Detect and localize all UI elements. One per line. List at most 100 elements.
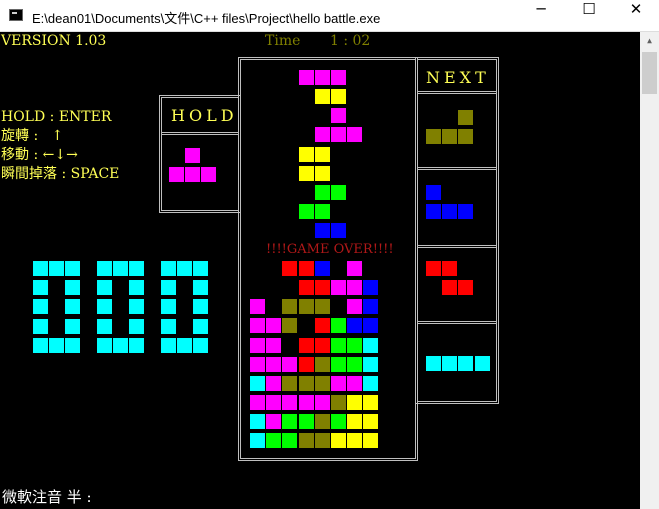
next-block-2 bbox=[426, 204, 441, 219]
next-block-4 bbox=[458, 356, 473, 371]
falling-block bbox=[315, 70, 330, 85]
minimize-button[interactable]: ─ bbox=[518, 0, 564, 32]
stack-block bbox=[250, 433, 265, 448]
stack-block bbox=[299, 338, 314, 353]
score-block bbox=[97, 299, 112, 314]
next-panel bbox=[415, 57, 499, 404]
hold-block bbox=[185, 148, 200, 163]
title-bar[interactable]: E:\dean01\Documents\文件\C++ files\Project… bbox=[0, 0, 659, 32]
score-block bbox=[161, 319, 176, 334]
stack-block bbox=[363, 338, 378, 353]
stack-block bbox=[299, 414, 314, 429]
score-block bbox=[65, 280, 80, 295]
stack-block bbox=[331, 376, 346, 391]
stack-block bbox=[282, 357, 297, 372]
stack-block bbox=[331, 433, 346, 448]
vertical-scrollbar[interactable]: ▲ bbox=[640, 32, 659, 509]
stack-block bbox=[347, 299, 362, 314]
score-block bbox=[129, 338, 144, 353]
stack-block bbox=[282, 376, 297, 391]
stack-block bbox=[315, 299, 330, 314]
score-block bbox=[65, 319, 80, 334]
falling-block bbox=[315, 204, 330, 219]
score-block bbox=[97, 338, 112, 353]
scrollbar-thumb[interactable] bbox=[642, 52, 657, 94]
stack-block bbox=[315, 395, 330, 410]
stack-block bbox=[250, 299, 265, 314]
hold-block bbox=[185, 167, 200, 182]
scroll-up-arrow-icon[interactable]: ▲ bbox=[640, 32, 659, 49]
stack-block bbox=[363, 376, 378, 391]
controls-hold: HOLD : ENTER bbox=[1, 109, 112, 125]
next-block-3 bbox=[458, 280, 473, 295]
stack-block bbox=[347, 433, 362, 448]
score-block bbox=[193, 299, 208, 314]
next-block-4 bbox=[475, 356, 490, 371]
score-block bbox=[33, 280, 48, 295]
falling-block bbox=[299, 147, 314, 162]
stack-block bbox=[315, 338, 330, 353]
score-block bbox=[129, 280, 144, 295]
falling-block bbox=[315, 166, 330, 181]
maximize-button[interactable]: ☐ bbox=[566, 0, 612, 32]
window-title: E:\dean01\Documents\文件\C++ files\Project… bbox=[32, 11, 381, 26]
stack-block bbox=[282, 414, 297, 429]
stack-block bbox=[299, 261, 314, 276]
falling-block bbox=[331, 127, 346, 142]
stack-block bbox=[347, 318, 362, 333]
stack-block bbox=[347, 357, 362, 372]
score-block bbox=[161, 261, 176, 276]
stack-block bbox=[266, 414, 281, 429]
stack-block bbox=[266, 376, 281, 391]
score-block bbox=[129, 319, 144, 334]
stack-block bbox=[282, 433, 297, 448]
stack-block bbox=[347, 414, 362, 429]
stack-block bbox=[363, 395, 378, 410]
time-value: 1 : 02 bbox=[330, 33, 371, 49]
version-label: VERSION 1.03 bbox=[1, 33, 107, 49]
stack-block bbox=[331, 357, 346, 372]
stack-block bbox=[315, 414, 330, 429]
score-block bbox=[193, 280, 208, 295]
falling-block bbox=[331, 89, 346, 104]
controls-move: 移動 : ←↓→ bbox=[1, 147, 78, 163]
stack-block bbox=[331, 318, 346, 333]
next-block-4 bbox=[426, 356, 441, 371]
score-block bbox=[65, 261, 80, 276]
stack-block bbox=[315, 376, 330, 391]
next-block-1 bbox=[458, 110, 473, 125]
next-divider-4 bbox=[418, 321, 496, 324]
controls-rotate: 旋轉 : ↑ bbox=[1, 128, 64, 144]
stack-block bbox=[331, 338, 346, 353]
stack-block bbox=[347, 338, 362, 353]
next-title: NEXT bbox=[426, 68, 490, 87]
score-block bbox=[193, 319, 208, 334]
falling-block bbox=[299, 166, 314, 181]
score-block bbox=[113, 261, 128, 276]
stack-block bbox=[363, 414, 378, 429]
next-block-4 bbox=[442, 356, 457, 371]
console-app-icon bbox=[9, 9, 23, 21]
console-area[interactable]: VERSION 1.03 Time 1 : 02 HOLD : ENTER 旋轉… bbox=[0, 32, 640, 509]
score-block bbox=[177, 338, 192, 353]
next-block-3 bbox=[442, 280, 457, 295]
score-block bbox=[33, 299, 48, 314]
time-label: Time bbox=[265, 33, 301, 49]
next-block-2 bbox=[426, 185, 441, 200]
close-button[interactable]: ✕ bbox=[613, 0, 659, 32]
stack-block bbox=[282, 299, 297, 314]
score-block bbox=[161, 299, 176, 314]
stack-block bbox=[363, 357, 378, 372]
hold-divider bbox=[162, 132, 238, 135]
stack-block bbox=[347, 280, 362, 295]
hold-title: HOLD bbox=[171, 106, 238, 125]
score-block bbox=[33, 319, 48, 334]
hold-block bbox=[169, 167, 184, 182]
next-block-2 bbox=[442, 204, 457, 219]
controls-drop: 瞬間掉落 : SPACE bbox=[1, 166, 120, 182]
stack-block bbox=[250, 338, 265, 353]
score-block bbox=[177, 261, 192, 276]
stack-block bbox=[299, 357, 314, 372]
score-block bbox=[97, 319, 112, 334]
stack-block bbox=[315, 261, 330, 276]
